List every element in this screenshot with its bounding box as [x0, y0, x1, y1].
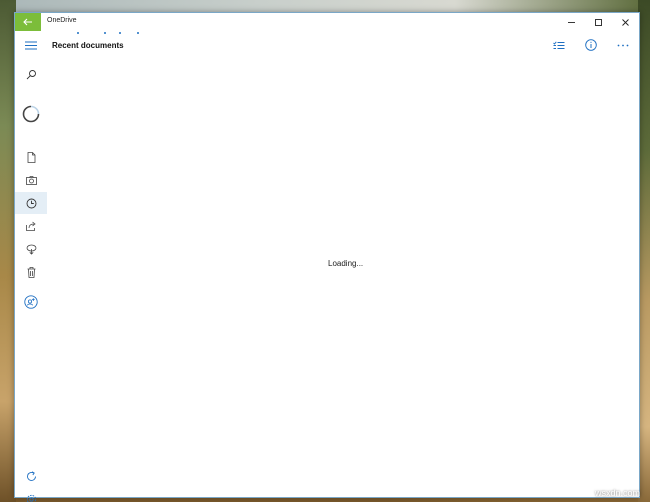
account-loading [15, 103, 47, 125]
add-account-button[interactable] [15, 291, 47, 313]
loading-status: Loading... [328, 259, 364, 268]
more-icon [617, 44, 629, 47]
recent-icon [26, 198, 37, 209]
photos-icon [25, 175, 37, 185]
nav-item-files[interactable] [15, 146, 47, 168]
refresh-button[interactable] [15, 465, 47, 487]
search-icon [26, 69, 37, 80]
nav-rail [15, 31, 47, 502]
hamburger-menu-button[interactable] [15, 34, 47, 56]
title-bar: OneDrive [15, 13, 639, 31]
shared-icon [25, 221, 37, 231]
settings-button[interactable] [15, 488, 47, 502]
progress-dot [119, 32, 121, 34]
maximize-button[interactable] [585, 13, 612, 31]
nav-item-photos[interactable] [15, 169, 47, 191]
close-icon [621, 18, 630, 27]
minimize-button[interactable] [558, 13, 585, 31]
select-button[interactable] [547, 37, 571, 53]
watermark: wsxdn.com [594, 488, 640, 498]
header-actions [539, 37, 635, 53]
minimize-icon [567, 18, 576, 27]
onedrive-window: OneDrive Recent documents Loading... [14, 12, 640, 502]
progress-dot [77, 32, 79, 34]
offline-icon [26, 244, 37, 255]
info-icon [585, 39, 597, 51]
maximize-icon [594, 18, 603, 27]
hamburger-menu-icon [25, 41, 37, 50]
nav-item-offline[interactable] [15, 238, 47, 260]
more-button[interactable] [611, 37, 635, 53]
page-title: Recent documents [52, 41, 124, 50]
close-button[interactable] [612, 13, 639, 31]
settings-icon [26, 494, 37, 502]
window-controls [558, 13, 639, 31]
select-icon [553, 41, 565, 50]
nav-item-recent[interactable] [15, 192, 47, 214]
add-account-icon [24, 295, 38, 309]
progress-dot [104, 32, 106, 34]
progress-dot [137, 32, 139, 34]
back-arrow-icon [23, 18, 33, 26]
desktop-background-top [0, 0, 650, 12]
back-button[interactable] [15, 13, 41, 31]
info-button[interactable] [579, 37, 603, 53]
search-button[interactable] [15, 63, 47, 85]
nav-item-recycle-bin[interactable] [15, 261, 47, 283]
loading-spinner-icon [22, 105, 40, 123]
refresh-icon [26, 470, 37, 482]
files-icon [27, 151, 36, 163]
recycle-bin-icon [27, 266, 36, 278]
app-title: OneDrive [47, 17, 77, 24]
nav-item-shared[interactable] [15, 215, 47, 237]
